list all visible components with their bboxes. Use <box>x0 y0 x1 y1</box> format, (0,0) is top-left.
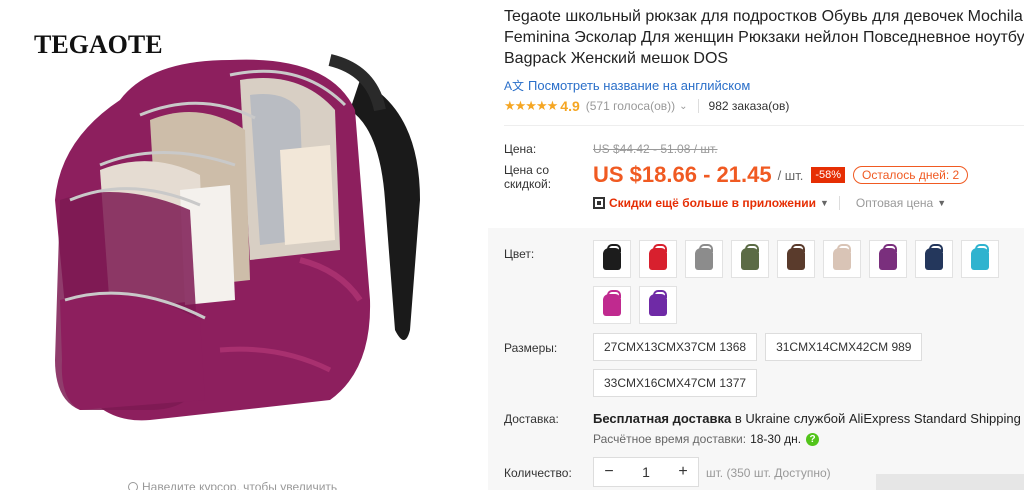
chevron-down-icon[interactable]: ⌄ <box>679 101 687 112</box>
price-label: Цена: <box>504 142 537 156</box>
zoom-hint-text: Наведите курсор, чтобы увеличить <box>142 480 338 490</box>
backpack-thumbnail-icon <box>971 244 989 270</box>
days-left-badge: Осталось дней: 2 <box>853 166 969 184</box>
decrement-button[interactable]: − <box>602 463 616 481</box>
section-divider <box>504 125 1024 126</box>
product-info: Tegaote школьный рюкзак для подростков О… <box>488 0 1024 490</box>
quantity-stepper[interactable]: − 1 + <box>593 457 699 487</box>
wholesale-price-link[interactable]: Оптовая цена <box>856 196 933 210</box>
orders-count: 982 заказа(ов) <box>708 99 790 113</box>
zoom-hint: Наведите курсор, чтобы увеличить <box>128 480 337 490</box>
color-swatch[interactable] <box>961 240 999 278</box>
color-swatch[interactable] <box>639 240 677 278</box>
rating-stars-icon: ★★★★★ <box>504 98 558 113</box>
color-swatches <box>593 240 1024 324</box>
price-unit: / шт. <box>777 167 804 183</box>
translate-link[interactable]: A文 Посмотреть название на английском <box>504 77 750 94</box>
delivery-estimate-label: Расчётное время доставки: <box>593 432 747 446</box>
color-label: Цвет: <box>504 247 535 261</box>
quantity-available: шт. (350 шт. Доступно) <box>706 466 831 480</box>
size-option[interactable]: 33CMX16CMX47CM 1377 <box>593 369 758 397</box>
quantity-label: Количество: <box>504 466 572 480</box>
backpack-thumbnail-icon <box>649 244 667 270</box>
backpack-thumbnail-icon <box>833 244 851 270</box>
color-swatch[interactable] <box>777 240 815 278</box>
quantity-value[interactable]: 1 <box>642 464 650 480</box>
color-swatch[interactable] <box>685 240 723 278</box>
backpack-thumbnail-icon <box>603 290 621 316</box>
floating-panel-edge[interactable] <box>876 474 1024 490</box>
magnifier-icon <box>128 482 138 490</box>
caret-down-icon[interactable]: ▼ <box>937 198 946 208</box>
color-swatch[interactable] <box>869 240 907 278</box>
backpack-thumbnail-icon <box>879 244 897 270</box>
size-option[interactable]: 27CMX13CMX37CM 1368 <box>593 333 758 361</box>
backpack-thumbnail-icon <box>695 244 713 270</box>
price-row: US $18.66 - 21.45 / шт. -58% Осталось дн… <box>593 162 969 188</box>
increment-button[interactable]: + <box>676 463 690 481</box>
divider <box>838 196 840 210</box>
size-label: Размеры: <box>504 341 558 355</box>
translate-link-text[interactable]: Посмотреть название на английском <box>528 78 750 93</box>
rating-row: ★★★★★ 4.9 (571 голоса(ов)) ⌄ 982 заказа(… <box>504 98 789 114</box>
color-swatch[interactable] <box>915 240 953 278</box>
discount-badge: -58% <box>811 167 846 183</box>
color-swatch[interactable] <box>823 240 861 278</box>
backpack-thumbnail-icon <box>741 244 759 270</box>
product-title: Tegaote школьный рюкзак для подростков О… <box>504 8 1024 67</box>
app-promo-row: Скидки ещё больше в приложении ▼ Оптовая… <box>593 196 946 210</box>
rating-value: 4.9 <box>560 98 580 114</box>
backpack-thumbnail-icon <box>925 244 943 270</box>
discount-price-label: Цена со скидкой: <box>504 163 552 191</box>
free-shipping-text: Бесплатная доставка <box>593 411 732 426</box>
delivery-days: 18-30 дн. <box>750 432 802 446</box>
help-icon[interactable]: ? <box>806 432 820 446</box>
caret-down-icon[interactable]: ▼ <box>820 198 829 208</box>
size-options: 27CMX13CMX37CM 1368 31CMX14CMX42CM 989 3… <box>593 333 1013 397</box>
backpack-thumbnail-icon <box>649 290 667 316</box>
qr-code-icon <box>593 197 605 209</box>
shipping-info: Бесплатная доставка в Ukraine службой Al… <box>593 411 1021 426</box>
shipping-label: Доставка: <box>504 412 559 426</box>
shipping-details[interactable]: в Ukraine службой AliExpress Standard Sh… <box>735 411 1021 426</box>
color-swatch[interactable] <box>593 286 631 324</box>
backpack-thumbnail-icon <box>603 244 621 270</box>
product-gallery[interactable]: TEGAOTE Наведите курсор, чтобы увеличить <box>0 0 488 490</box>
backpack-image[interactable] <box>0 0 488 470</box>
color-swatch[interactable] <box>731 240 769 278</box>
size-option[interactable]: 31CMX14CMX42CM 989 <box>765 333 923 361</box>
old-price: US $44.42 - 51.08 / шт. <box>593 142 718 156</box>
backpack-thumbnail-icon <box>787 244 805 270</box>
current-price: US $18.66 - 21.45 <box>593 162 772 187</box>
translate-icon: A文 <box>504 79 525 93</box>
app-promo-link[interactable]: Скидки ещё больше в приложении <box>609 196 816 210</box>
votes-count[interactable]: (571 голоса(ов)) <box>586 99 675 113</box>
delivery-estimate: Расчётное время доставки: 18-30 дн. ? <box>593 432 820 446</box>
divider <box>697 99 699 113</box>
color-swatch[interactable] <box>593 240 631 278</box>
color-swatch[interactable] <box>639 286 677 324</box>
